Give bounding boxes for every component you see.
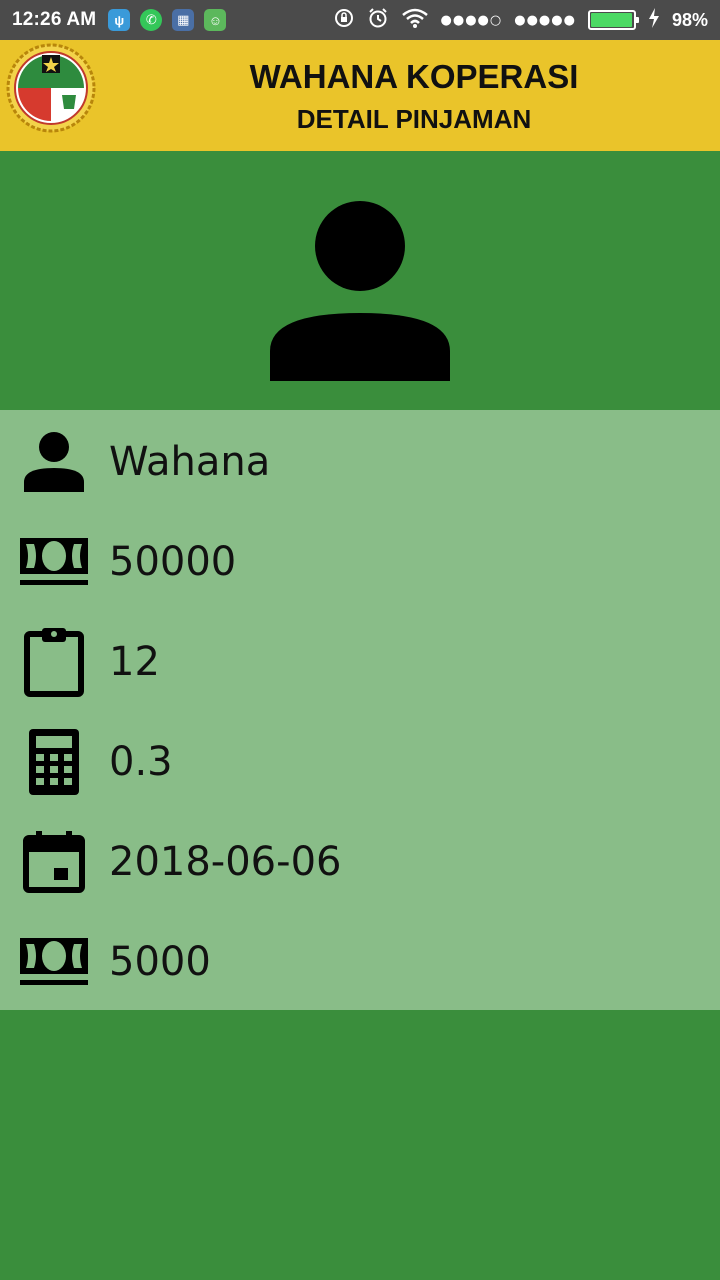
clipboard-icon bbox=[18, 626, 90, 698]
wifi-icon bbox=[401, 7, 429, 34]
usb-icon: ψ bbox=[108, 9, 131, 31]
bbm-icon: ▦ bbox=[172, 9, 195, 31]
battery-icon bbox=[587, 10, 639, 30]
person-icon bbox=[18, 426, 90, 498]
bottom-area bbox=[0, 1010, 720, 1280]
detail-row-amount: 50000 bbox=[0, 512, 720, 612]
calendar-icon bbox=[18, 826, 90, 898]
signal-strength-2: ●●●●● bbox=[514, 12, 576, 28]
signal-strength-1: ●●●●○ bbox=[440, 12, 503, 28]
charging-icon bbox=[648, 7, 660, 33]
notification-icons: ψ ✆ ▦ ☺ bbox=[108, 9, 227, 31]
loan-amount: 50000 bbox=[109, 539, 237, 585]
app-header: WAHANA KOPERASI DETAIL PINJAMAN bbox=[0, 40, 720, 151]
loan-details: Wahana 50000 12 0.3 2018-06-06 5000 bbox=[0, 410, 720, 1010]
interest-rate: 0.3 bbox=[109, 739, 173, 785]
loan-tenor: 12 bbox=[109, 639, 160, 685]
battery-percent: 98% bbox=[671, 9, 708, 30]
status-right: ●●●●○ ●●●●● 98% bbox=[333, 7, 708, 34]
status-bar: 12:26 AM ψ ✆ ▦ ☺ ●●●●○ ●●●●● 98% bbox=[0, 0, 720, 40]
detail-row-date: 2018-06-06 bbox=[0, 812, 720, 912]
detail-row-installment: 5000 bbox=[0, 912, 720, 1012]
money-icon bbox=[18, 526, 90, 598]
detail-row-interest: 0.3 bbox=[0, 712, 720, 812]
koperasi-logo bbox=[6, 43, 96, 133]
android-icon: ☺ bbox=[204, 9, 227, 31]
money-icon bbox=[18, 926, 90, 998]
detail-row-name: Wahana bbox=[0, 412, 720, 512]
alarm-icon bbox=[367, 7, 389, 34]
status-time: 12:26 AM bbox=[12, 9, 97, 30]
detail-row-tenor: 12 bbox=[0, 612, 720, 712]
rotation-lock-icon bbox=[333, 7, 355, 34]
whatsapp-icon: ✆ bbox=[140, 9, 163, 31]
battery-fill bbox=[590, 13, 633, 27]
profile-area bbox=[0, 151, 720, 410]
installment-amount: 5000 bbox=[109, 939, 211, 985]
user-avatar-icon bbox=[270, 201, 450, 381]
page-subtitle: DETAIL PINJAMAN bbox=[296, 104, 532, 134]
calculator-icon bbox=[18, 726, 90, 798]
loan-date: 2018-06-06 bbox=[109, 839, 342, 885]
app-title: WAHANA KOPERASI bbox=[249, 58, 579, 95]
borrower-name: Wahana bbox=[109, 439, 271, 485]
